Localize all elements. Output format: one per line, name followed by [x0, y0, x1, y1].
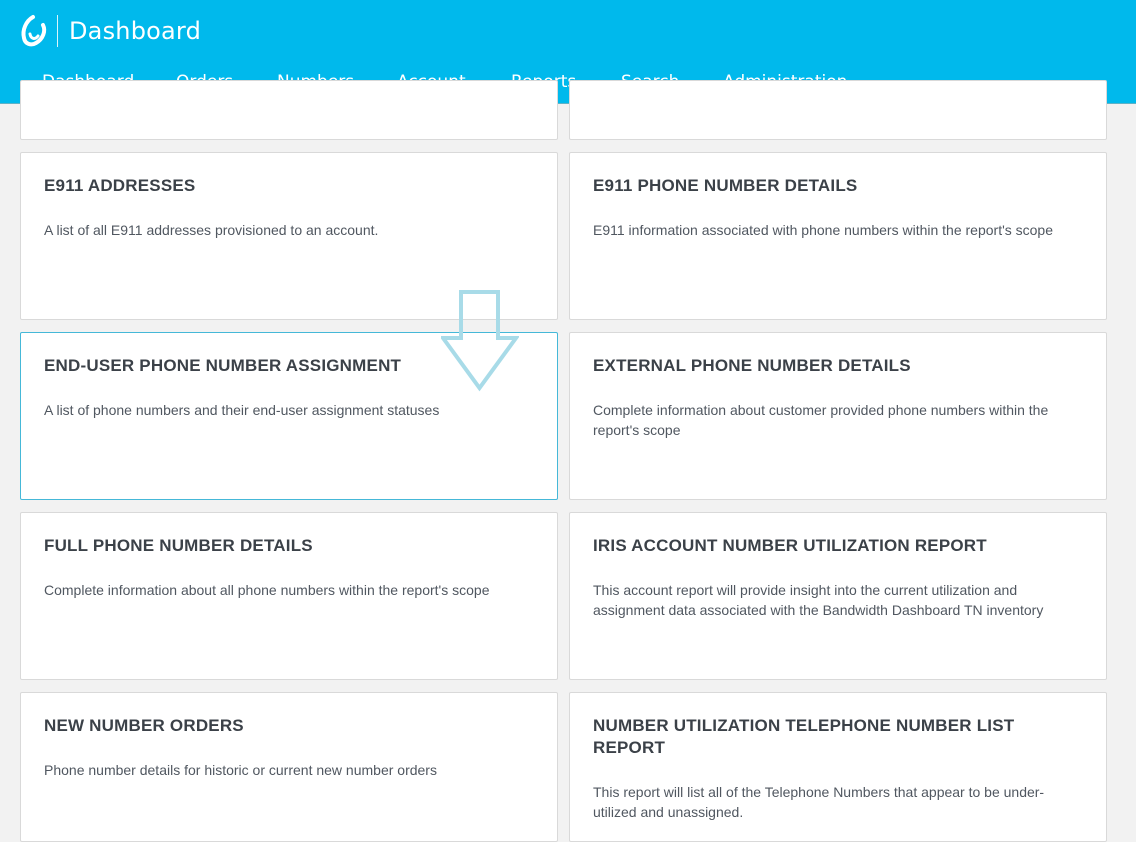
report-card-partial-right[interactable]	[569, 80, 1107, 140]
logo-divider	[57, 15, 58, 47]
report-description: This report will list all of the Telepho…	[593, 784, 1045, 820]
report-card-e911-phone-number-details[interactable]: E911 PHONE NUMBER DETAILS E911 informati…	[569, 152, 1107, 320]
report-description: This account report will provide insight…	[593, 582, 1044, 618]
report-description: A list of all E911 addresses provisioned…	[44, 222, 379, 238]
report-description: Complete information about customer prov…	[593, 402, 1049, 438]
report-card-partial-left[interactable]	[20, 80, 558, 140]
report-title: EXTERNAL PHONE NUMBER DETAILS	[593, 356, 911, 375]
report-card-full-phone-number-details[interactable]: FULL PHONE NUMBER DETAILS Complete infor…	[20, 512, 558, 680]
report-title: IRIS ACCOUNT NUMBER UTILIZATION REPORT	[593, 536, 987, 555]
report-description: E911 information associated with phone n…	[593, 222, 1054, 238]
report-title: FULL PHONE NUMBER DETAILS	[44, 536, 313, 555]
report-card-external-phone-number-details[interactable]: EXTERNAL PHONE NUMBER DETAILS Complete i…	[569, 332, 1107, 500]
down-arrow-icon	[441, 290, 519, 392]
report-card-number-utilization-tn-list[interactable]: NUMBER UTILIZATION TELEPHONE NUMBER LIST…	[569, 692, 1107, 842]
report-card-new-number-orders[interactable]: NEW NUMBER ORDERS Phone number details f…	[20, 692, 558, 842]
report-description: Phone number details for historic or cur…	[44, 762, 437, 778]
report-description: A list of phone numbers and their end-us…	[44, 402, 440, 418]
report-title: E911 ADDRESSES	[44, 176, 196, 195]
report-title: NUMBER UTILIZATION TELEPHONE NUMBER LIST…	[593, 716, 1015, 757]
bandwidth-logo-icon[interactable]	[18, 14, 50, 48]
report-title: NEW NUMBER ORDERS	[44, 716, 244, 735]
report-card-iris-account-number-utilization[interactable]: IRIS ACCOUNT NUMBER UTILIZATION REPORT T…	[569, 512, 1107, 680]
report-title: E911 PHONE NUMBER DETAILS	[593, 176, 858, 195]
app-title: Dashboard	[69, 17, 202, 45]
report-description: Complete information about all phone num…	[44, 582, 490, 598]
